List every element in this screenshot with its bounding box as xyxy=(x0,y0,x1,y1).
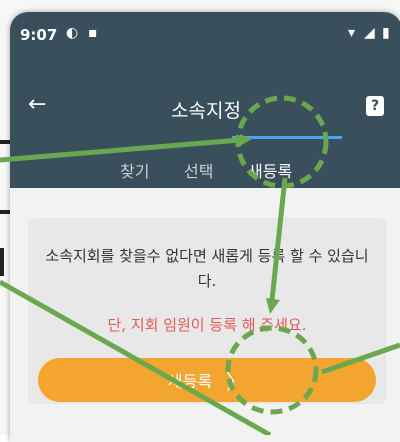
register-button-label: 새등록 xyxy=(167,372,213,391)
tab-new-register[interactable]: 새등록 xyxy=(248,158,292,182)
background-line xyxy=(0,248,4,276)
page-title: 소속지정 xyxy=(171,100,241,122)
new-register-button[interactable]: 새등록 〉 xyxy=(38,358,376,402)
help-icon[interactable]: ? xyxy=(366,96,384,116)
chevron-right-icon: 〉 xyxy=(226,369,247,394)
tab-bar: 찾기 선택 새등록 xyxy=(10,150,400,188)
notification-icon: ◐ xyxy=(66,25,79,41)
status-time: 9:07 xyxy=(20,26,58,44)
tab-find[interactable]: 찾기 xyxy=(120,158,149,182)
battery-icon: ▮ xyxy=(382,25,390,41)
register-card: 소속지회를 찾을수 없다면 새롭게 등록 할 수 있습니다. 단, 지회 임원이… xyxy=(28,218,386,404)
sd-card-icon: ▪ xyxy=(88,25,98,41)
info-message: 소속지회를 찾을수 없다면 새롭게 등록 할 수 있습니다. xyxy=(45,247,369,290)
content-area: 소속지회를 찾을수 없다면 새롭게 등록 할 수 있습니다. 단, 지회 임원이… xyxy=(10,188,400,442)
warning-message: 단, 지회 임원이 등록 해 주세요. xyxy=(107,316,307,334)
wifi-icon: ▾ xyxy=(348,25,356,41)
tab-select[interactable]: 선택 xyxy=(184,158,213,182)
signal-icon: ◢ xyxy=(364,25,375,41)
status-bar: 9:07 ◐ ▪ ▾ ◢ ▮ xyxy=(10,12,400,60)
active-tab-indicator xyxy=(232,136,342,139)
app-bar: ← 소속지정 ? 찾기 선택 새등록 xyxy=(10,60,400,188)
phone-screen: 9:07 ◐ ▪ ▾ ◢ ▮ ← 소속지정 ? 찾기 선택 새등록 소속지회를 … xyxy=(10,12,400,442)
